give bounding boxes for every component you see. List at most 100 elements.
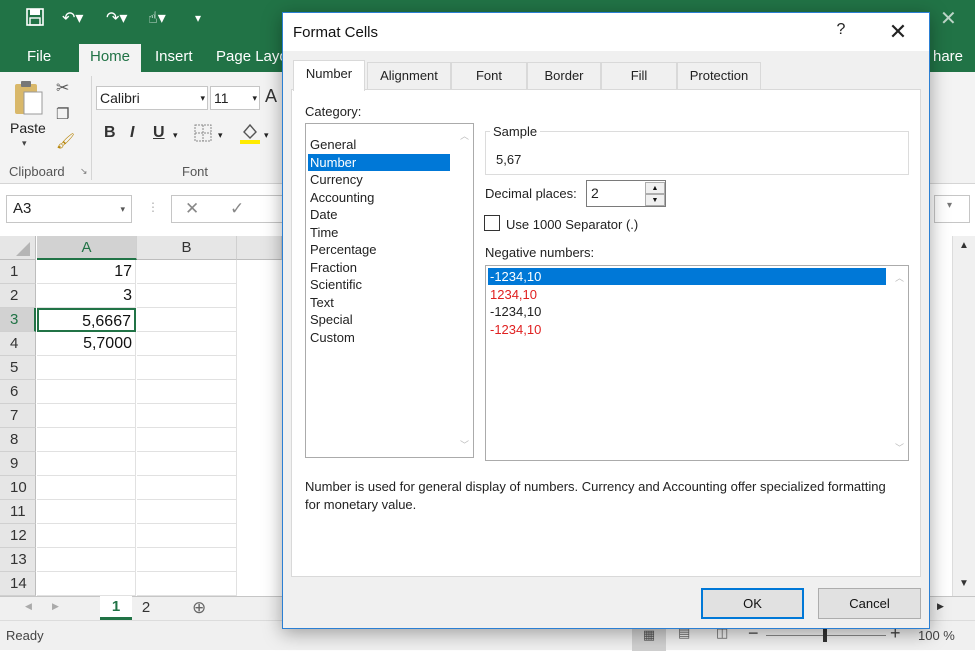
category-item[interactable]: Time (308, 224, 448, 241)
row-header[interactable]: 7 (0, 404, 36, 428)
row-header[interactable]: 1 (0, 260, 36, 284)
column-header-c[interactable] (237, 236, 282, 260)
row-header[interactable]: 12 (0, 524, 36, 548)
category-item[interactable]: Date (308, 206, 448, 223)
save-icon[interactable] (26, 8, 44, 31)
spin-up-icon[interactable]: ▲ (645, 182, 665, 194)
paste-label[interactable]: Paste (10, 120, 46, 136)
cell-a[interactable] (37, 572, 136, 596)
category-item[interactable]: Fraction (308, 259, 448, 276)
row-header[interactable]: 8 (0, 428, 36, 452)
underline-button[interactable]: U (153, 124, 165, 142)
cell-b[interactable] (137, 428, 237, 452)
close-icon[interactable]: ✕ (879, 19, 917, 45)
sheet-tab-2[interactable]: 2 (134, 597, 158, 619)
row-header[interactable]: 2 (0, 284, 36, 308)
clipboard-launcher-icon[interactable]: ↘ (80, 166, 88, 177)
ribbon-tab-file[interactable]: File (16, 44, 62, 72)
cell-b[interactable] (137, 308, 237, 332)
add-sheet-icon[interactable]: ⊕ (192, 598, 206, 618)
prev-sheet-icon[interactable]: ◀ (25, 601, 32, 612)
customize-toolbar-icon[interactable]: ▾ (195, 11, 201, 25)
negative-number-option[interactable]: -1234,10 (488, 321, 886, 338)
select-all-corner[interactable] (0, 236, 36, 260)
row-header[interactable]: 6 (0, 380, 36, 404)
sheet-tab-1[interactable]: 1 (100, 596, 132, 620)
increase-font-icon[interactable]: A (265, 86, 277, 107)
cancel-button[interactable]: Cancel (818, 588, 921, 619)
column-header-a[interactable]: A (37, 236, 137, 260)
cell-a[interactable]: 3 (37, 284, 136, 308)
negative-number-option[interactable]: 1234,10 (488, 286, 886, 303)
cell-b[interactable] (137, 356, 237, 380)
category-listbox[interactable]: GeneralNumberCurrencyAccountingDateTimeP… (305, 123, 474, 458)
negative-number-option[interactable]: -1234,10 (488, 303, 886, 320)
negative-scrollbar[interactable]: ︿ ﹀ (891, 266, 908, 460)
scroll-down-icon[interactable]: ﹀ (891, 440, 908, 457)
decimal-places-stepper[interactable]: 2 ▲ ▼ (586, 180, 666, 207)
cell-b[interactable] (137, 404, 237, 428)
cell-a[interactable] (37, 428, 136, 452)
category-item[interactable]: Scientific (308, 276, 448, 293)
font-name-select[interactable]: Calibri ▾ (96, 86, 208, 110)
name-box[interactable]: A3 ▾ (6, 195, 132, 223)
row-header[interactable]: 14 (0, 572, 36, 596)
cell-a[interactable] (37, 404, 136, 428)
paste-dropdown-icon[interactable]: ▾ (22, 138, 27, 149)
cell-a[interactable] (37, 452, 136, 476)
cancel-formula-icon[interactable]: ✕ (185, 199, 199, 219)
cut-icon[interactable]: ✂ (56, 78, 69, 98)
vertical-scrollbar[interactable]: ▲ ▼ (952, 236, 975, 596)
thousands-separator-label[interactable]: Use 1000 Separator (.) (506, 217, 638, 232)
category-item[interactable]: Percentage (308, 241, 448, 258)
bold-button[interactable]: B (104, 124, 116, 142)
window-close-icon[interactable]: ✕ (940, 6, 957, 31)
cell-b[interactable] (137, 548, 237, 572)
cell-a[interactable] (37, 380, 136, 404)
expand-formula-bar[interactable]: ▾ (934, 195, 970, 223)
zoom-level[interactable]: 100 % (918, 628, 955, 643)
row-header[interactable]: 11 (0, 500, 36, 524)
cell-a[interactable]: 17 (37, 260, 136, 284)
negative-numbers-listbox[interactable]: -1234,101234,10-1234,10-1234,10 ︿ ﹀ (485, 265, 909, 461)
ribbon-tab-home[interactable]: Home (79, 44, 141, 72)
zoom-slider-thumb[interactable] (823, 629, 827, 642)
help-button[interactable]: ? (829, 21, 853, 43)
negative-number-option[interactable]: -1234,10 (488, 268, 886, 285)
next-sheet-icon[interactable]: ▶ (52, 601, 59, 612)
thousands-separator-checkbox[interactable] (484, 215, 500, 231)
category-item[interactable]: Accounting (308, 189, 448, 206)
cell-b[interactable] (137, 260, 237, 284)
spin-down-icon[interactable]: ▼ (645, 194, 665, 206)
tab-font[interactable]: Font (451, 62, 527, 89)
redo-icon[interactable]: ↷▾ (106, 8, 127, 28)
touch-mode-icon[interactable]: ☝▾ (148, 8, 166, 28)
enter-formula-icon[interactable]: ✓ (230, 199, 244, 219)
cell-b[interactable] (137, 284, 237, 308)
borders-icon[interactable] (194, 124, 212, 145)
cell-b[interactable] (137, 452, 237, 476)
active-cell[interactable]: 5,6667 (37, 308, 136, 332)
underline-dropdown-icon[interactable]: ▾ (173, 130, 178, 141)
paste-icon[interactable] (12, 80, 44, 119)
cell-b[interactable] (137, 524, 237, 548)
undo-icon[interactable]: ↶▾ (62, 8, 83, 28)
tab-protection[interactable]: Protection (677, 62, 761, 89)
row-header[interactable]: 3 (0, 308, 36, 332)
row-header[interactable]: 10 (0, 476, 36, 500)
scroll-right-icon[interactable]: ▶ (937, 601, 944, 612)
cell-a[interactable] (37, 500, 136, 524)
row-header[interactable]: 5 (0, 356, 36, 380)
cell-b[interactable] (137, 572, 237, 596)
category-item[interactable]: Special (308, 311, 448, 328)
category-scrollbar[interactable]: ︿ ﹀ (456, 124, 473, 457)
format-painter-icon[interactable]: 🖌 (56, 132, 75, 150)
tab-fill[interactable]: Fill (601, 62, 677, 89)
column-header-b[interactable]: B (137, 236, 237, 260)
copy-icon[interactable]: ❐ (56, 105, 69, 123)
cell-b[interactable] (137, 332, 237, 356)
tab-number[interactable]: Number (293, 60, 365, 91)
scroll-up-icon[interactable]: ︿ (456, 128, 473, 145)
fill-color-dropdown-icon[interactable]: ▾ (264, 130, 269, 141)
scroll-down-icon[interactable]: ▼ (959, 578, 969, 589)
